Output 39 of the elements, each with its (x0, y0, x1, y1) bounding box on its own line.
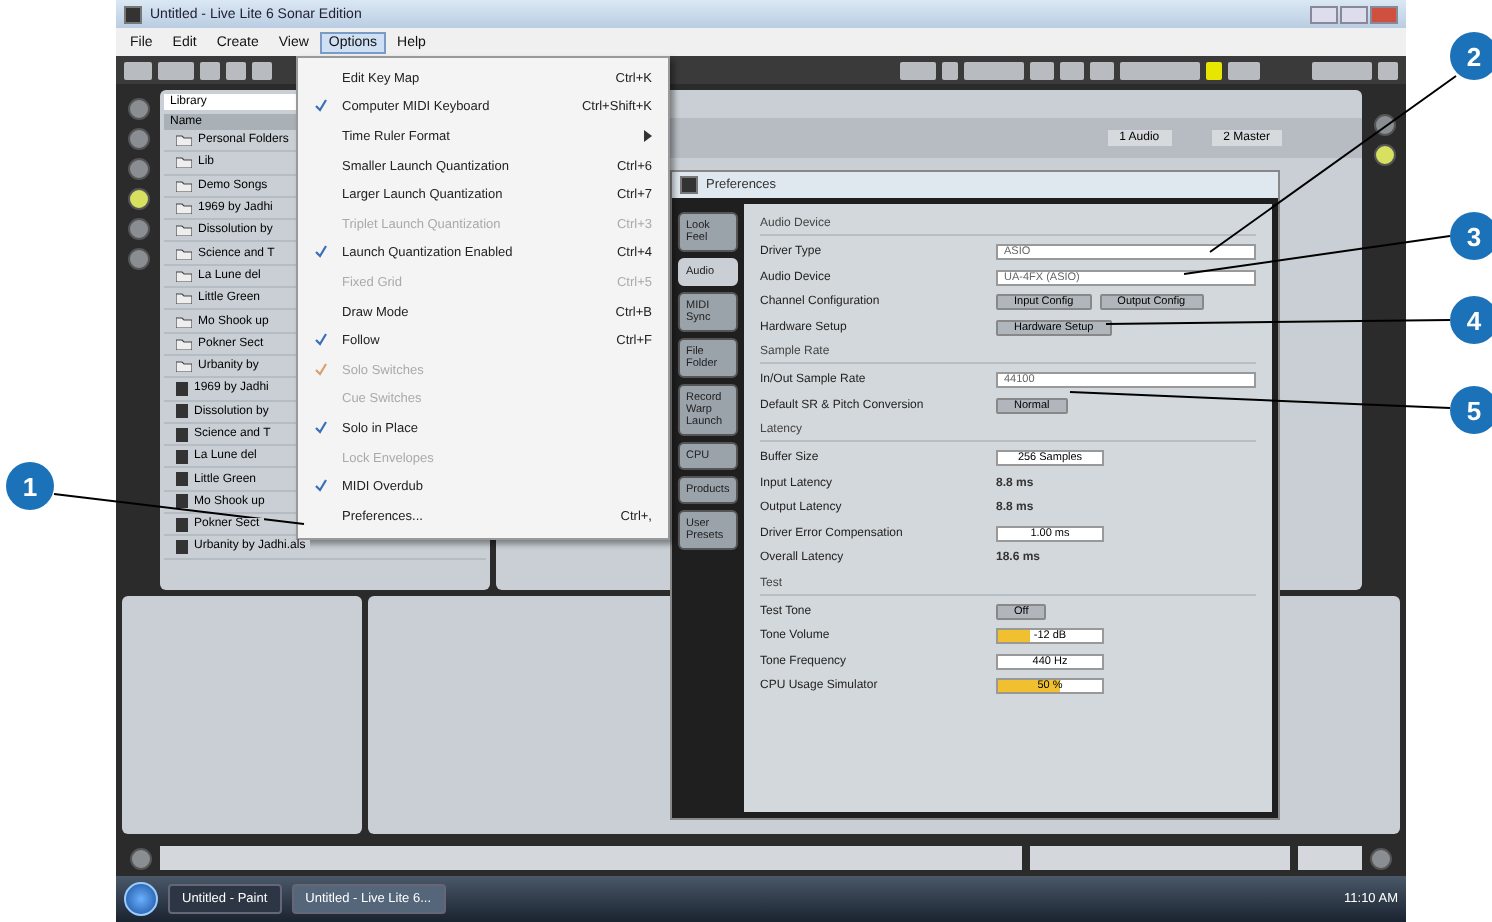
app-icon (124, 5, 142, 23)
status-field (1298, 846, 1362, 870)
submenu-arrow-icon (644, 130, 652, 143)
round-icon[interactable] (127, 188, 149, 210)
toolbar-button[interactable] (1090, 61, 1114, 79)
toolbar-button[interactable] (1060, 61, 1084, 79)
close-button[interactable] (1370, 5, 1398, 23)
round-icon[interactable] (130, 847, 152, 869)
minimize-button[interactable] (1310, 5, 1338, 23)
toolbar-button[interactable] (158, 61, 194, 79)
toolbar-button[interactable] (942, 61, 958, 79)
callout-number: 4 (1450, 296, 1492, 344)
round-icon[interactable] (127, 98, 149, 120)
callout-number: 5 (1450, 386, 1492, 434)
callout-number: 3 (1450, 212, 1492, 260)
callout-number: 2 (1450, 32, 1492, 80)
toolbar-button[interactable] (1206, 61, 1222, 79)
toolbar-button[interactable] (900, 61, 936, 79)
round-icon[interactable] (1373, 144, 1395, 166)
check-icon (313, 419, 327, 434)
toolbar-button[interactable] (1228, 61, 1260, 79)
round-icon[interactable] (1370, 847, 1392, 869)
toolbar-button[interactable] (964, 61, 1024, 79)
start-button[interactable] (124, 882, 158, 916)
maximize-button[interactable] (1340, 5, 1368, 23)
round-icon[interactable] (127, 158, 149, 180)
toolbar-button[interactable] (124, 61, 152, 79)
round-icon[interactable] (127, 128, 149, 150)
round-icon[interactable] (127, 218, 149, 240)
app-icon (680, 176, 698, 194)
toolbar-button[interactable] (1030, 61, 1054, 79)
check-icon (313, 98, 327, 113)
round-icon[interactable] (127, 248, 149, 270)
check-icon (313, 244, 327, 259)
toolbar-button[interactable] (1120, 61, 1200, 79)
toolbar-button[interactable] (1312, 61, 1372, 79)
toolbar-button[interactable] (1378, 61, 1398, 79)
check-icon (313, 478, 327, 493)
callout-number: 1 (6, 462, 54, 510)
